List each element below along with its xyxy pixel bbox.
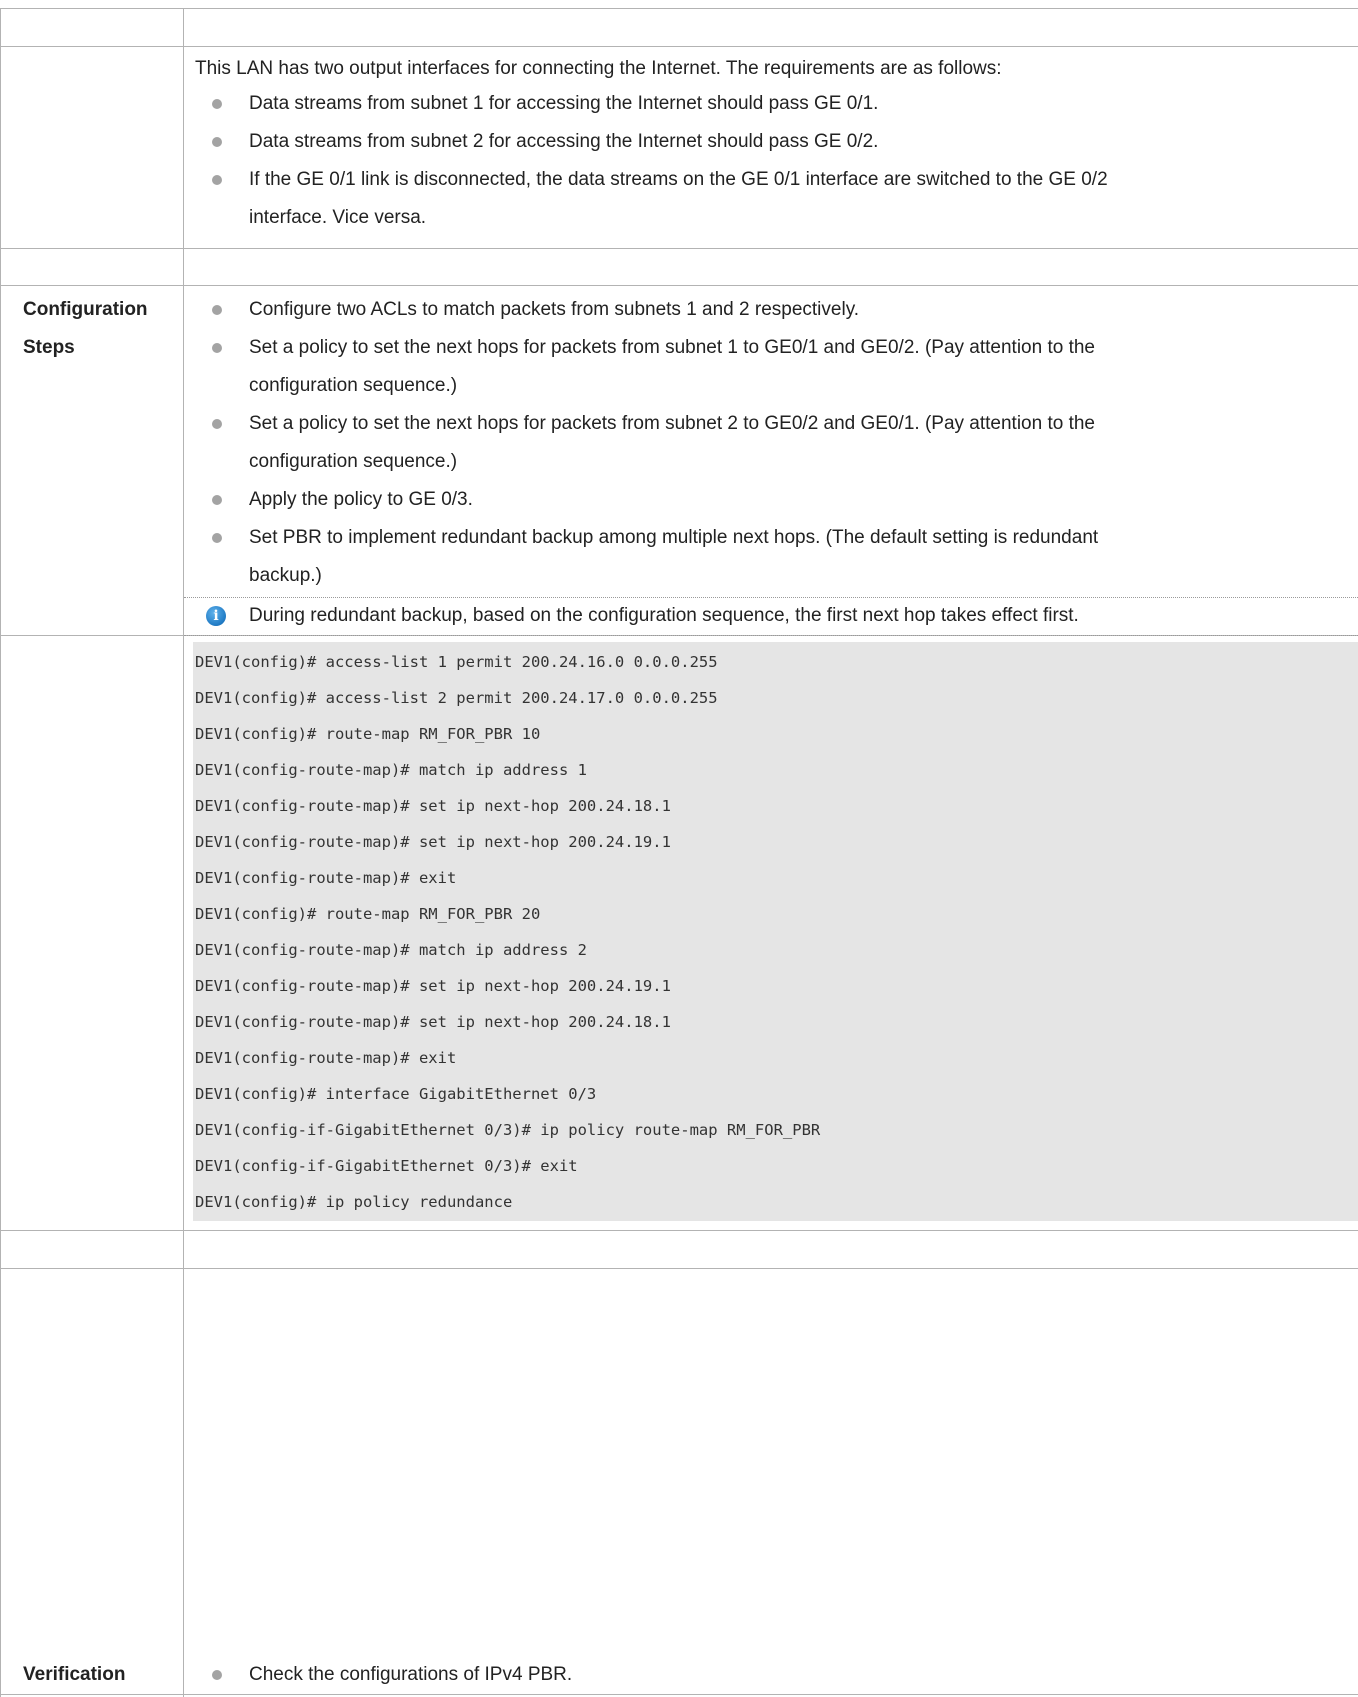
code-line: DEV1(config-route-map)# set ip next-hop … (195, 1013, 671, 1031)
bullet-icon (212, 137, 222, 147)
table-border-row (0, 1230, 1358, 1231)
configuration-steps-label: Steps (23, 337, 75, 358)
bullet-icon (212, 1670, 222, 1680)
code-line: DEV1(config-route-map)# set ip next-hop … (195, 833, 671, 851)
note-separator (184, 635, 1358, 636)
step-item: Apply the policy to GE 0/3. (249, 489, 473, 510)
table-border-column (183, 8, 184, 1697)
bullet-icon (212, 343, 222, 353)
step-item-continued: configuration sequence.) (249, 375, 458, 396)
bullet-icon (212, 305, 222, 315)
requirement-item: Data streams from subnet 2 for accessing… (249, 131, 879, 152)
scenario-intro: This LAN has two output interfaces for c… (195, 58, 1002, 79)
note-text: During redundant backup, based on the co… (249, 605, 1079, 626)
code-line: DEV1(config-route-map)# match ip address… (195, 761, 587, 779)
configuration-steps-label: Configuration (23, 299, 148, 320)
requirement-item-continued: interface. Vice versa. (249, 207, 427, 228)
step-item-continued: configuration sequence.) (249, 451, 458, 472)
bullet-icon (212, 175, 222, 185)
code-line: DEV1(config-if-GigabitEthernet 0/3)# ip … (195, 1121, 821, 1139)
code-line: DEV1(config-if-GigabitEthernet 0/3)# exi… (195, 1157, 578, 1175)
step-item: Set a policy to set the next hops for pa… (249, 413, 1095, 434)
step-item: Configure two ACLs to match packets from… (249, 299, 860, 320)
code-line: DEV1(config)# access-list 2 permit 200.2… (195, 689, 718, 707)
code-line: DEV1(config-route-map)# set ip next-hop … (195, 977, 671, 995)
config-table: This LAN has two output interfaces for c… (0, 0, 1358, 1697)
code-line: DEV1(config-route-map)# exit (195, 869, 457, 887)
bullet-icon (212, 419, 222, 429)
code-line: DEV1(config-route-map)# set ip next-hop … (195, 797, 671, 815)
verification-item: Check the configurations of IPv4 PBR. (249, 1664, 573, 1685)
code-line: DEV1(config)# ip policy redundance (195, 1193, 513, 1211)
requirement-item: If the GE 0/1 link is disconnected, the … (249, 169, 1108, 190)
step-item: Set a policy to set the next hops for pa… (249, 337, 1095, 358)
table-border-row (0, 1268, 1358, 1269)
step-item-continued: backup.) (249, 565, 322, 586)
table-border-row (0, 285, 1358, 286)
table-border-row (0, 8, 1358, 9)
table-border-row (0, 46, 1358, 47)
code-line: DEV1(config)# interface GigabitEthernet … (195, 1085, 597, 1103)
step-item: Set PBR to implement redundant backup am… (249, 527, 1099, 548)
info-icon: i (206, 606, 226, 626)
code-line: DEV1(config)# route-map RM_FOR_PBR 10 (195, 725, 541, 743)
table-border-row (0, 1694, 1358, 1695)
code-line: DEV1(config-route-map)# exit (195, 1049, 457, 1067)
bullet-icon (212, 495, 222, 505)
code-line: DEV1(config)# route-map RM_FOR_PBR 20 (195, 905, 541, 923)
verification-label: Verification (23, 1664, 126, 1685)
table-border-row (0, 248, 1358, 249)
code-line: DEV1(config-route-map)# match ip address… (195, 941, 587, 959)
table-border-left (0, 8, 1, 1697)
code-line: DEV1(config)# access-list 1 permit 200.2… (195, 653, 718, 671)
bullet-icon (212, 99, 222, 109)
requirement-item: Data streams from subnet 1 for accessing… (249, 93, 879, 114)
bullet-icon (212, 533, 222, 543)
